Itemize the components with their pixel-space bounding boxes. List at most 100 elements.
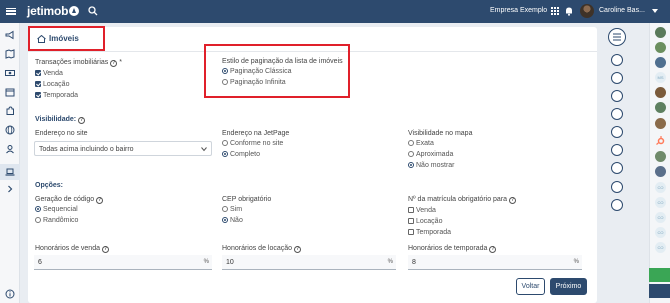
radio-icon[interactable]	[222, 151, 228, 157]
list-icon[interactable]	[608, 28, 626, 46]
team-icon[interactable]	[611, 126, 623, 138]
honorarios-venda-input[interactable]: 6%	[34, 255, 212, 270]
checkbox-matricula-venda[interactable]: Venda	[408, 207, 436, 214]
radio-icon[interactable]	[222, 140, 228, 146]
option-label: Aproximada	[416, 151, 454, 158]
radio-paginacao-classica[interactable]: Paginação Clássica	[222, 68, 291, 75]
radio-icon[interactable]	[408, 140, 414, 146]
honorarios-temporada-input[interactable]: 8%	[408, 255, 582, 270]
puzzle-icon[interactable]	[5, 106, 15, 116]
percent-icon: %	[387, 259, 393, 265]
help-icon[interactable]: ?	[101, 246, 109, 253]
hubspot-icon[interactable]	[655, 135, 666, 146]
collapse-chevron-icon[interactable]	[649, 284, 670, 298]
calendar-tool-icon[interactable]	[611, 54, 623, 66]
contact-avatar[interactable]	[655, 57, 666, 68]
radio-sequencial[interactable]: Sequencial	[35, 206, 78, 213]
checkbox-icon[interactable]	[35, 92, 41, 98]
clock-icon[interactable]	[611, 72, 623, 84]
chart-icon[interactable]	[611, 90, 623, 102]
company-name[interactable]: Empresa Exemplo	[490, 7, 547, 14]
globe-icon[interactable]	[5, 125, 15, 135]
radio-icon[interactable]	[408, 151, 414, 157]
calendar-icon[interactable]	[5, 87, 15, 97]
radio-conforme-no-site[interactable]: Conforme no site	[222, 140, 283, 147]
radio-aproximada[interactable]: Aproximada	[408, 151, 453, 158]
contact-initials[interactable]: CO	[655, 242, 666, 253]
radio-nao-mostrar[interactable]: Não mostrar	[408, 162, 455, 169]
help-icon[interactable]: ?	[96, 197, 104, 204]
radio-exata[interactable]: Exata	[408, 140, 434, 147]
next-button[interactable]: Próximo	[550, 278, 587, 295]
checkbox-locacao[interactable]: Locação	[35, 81, 69, 88]
contact-initials[interactable]: CO	[655, 197, 666, 208]
option-label: Exata	[416, 140, 434, 147]
money-icon[interactable]	[5, 68, 15, 78]
radio-icon[interactable]	[408, 162, 414, 168]
apps-grid-icon[interactable]	[551, 7, 559, 15]
laptop-icon[interactable]	[5, 167, 15, 177]
checkbox-venda[interactable]: Venda	[35, 70, 63, 77]
back-button[interactable]: Voltar	[516, 278, 545, 295]
endereco-site-select[interactable]: Todas acima incluindo o bairro	[34, 141, 212, 156]
select-value: Todas acima incluindo o bairro	[39, 146, 134, 153]
radio-icon[interactable]	[35, 217, 41, 223]
megaphone-tool-icon[interactable]	[611, 162, 623, 174]
radio-randomico[interactable]: Randômico	[35, 217, 78, 224]
contact-initials[interactable]: MS	[655, 72, 666, 83]
radio-completo[interactable]: Completo	[222, 151, 260, 158]
contact-initials[interactable]: CO	[655, 182, 666, 193]
option-label: Venda	[43, 70, 63, 77]
document-icon[interactable]	[611, 108, 623, 120]
help-icon[interactable]: ?	[110, 60, 118, 67]
checkbox-icon[interactable]	[408, 218, 414, 224]
checkbox-icon[interactable]	[35, 70, 41, 76]
help-icon[interactable]: ?	[294, 246, 301, 253]
help-icon[interactable]: ?	[78, 117, 86, 124]
checkbox-matricula-temporada[interactable]: Temporada	[408, 229, 451, 236]
file-icon[interactable]	[611, 199, 623, 211]
radio-paginacao-infinita[interactable]: Paginação Infinita	[222, 79, 286, 86]
checkbox-icon[interactable]	[408, 207, 414, 213]
radio-icon[interactable]	[222, 217, 228, 223]
checkbox-icon[interactable]	[408, 229, 414, 235]
user-avatar[interactable]	[580, 4, 594, 18]
honorarios-locacao-input[interactable]: 10%	[222, 255, 396, 270]
contact-avatar[interactable]	[655, 42, 666, 53]
radio-cep-nao[interactable]: Não	[222, 217, 243, 224]
bell-icon[interactable]	[565, 6, 573, 16]
help-icon[interactable]: ?	[489, 246, 497, 253]
contact-initials[interactable]: CO	[655, 212, 666, 223]
help-icon[interactable]: ?	[509, 197, 517, 204]
radio-cep-sim[interactable]: Sim	[222, 206, 242, 213]
contact-avatar[interactable]	[655, 27, 666, 38]
checkbox-matricula-locacao[interactable]: Locação	[408, 218, 442, 225]
checkbox-icon[interactable]	[35, 81, 41, 87]
radio-icon[interactable]	[222, 79, 228, 85]
radio-icon[interactable]	[222, 68, 228, 74]
info-icon[interactable]	[5, 289, 15, 299]
user-icon[interactable]	[5, 144, 15, 154]
chevron-down-icon[interactable]	[652, 9, 658, 13]
contact-initials[interactable]: CO	[655, 227, 666, 238]
transacoes-label: Transações imobiliárias ? *	[35, 59, 122, 67]
checkbox-temporada[interactable]: Temporada	[35, 92, 78, 99]
radio-icon[interactable]	[35, 206, 41, 212]
list-glyph	[613, 33, 621, 41]
chat-button[interactable]	[649, 268, 670, 282]
contact-avatar[interactable]	[655, 166, 666, 177]
megaphone-icon[interactable]	[5, 30, 15, 40]
contact-avatar[interactable]	[655, 87, 666, 98]
settings-tool-icon[interactable]	[611, 144, 623, 156]
wrench-icon[interactable]	[611, 181, 623, 193]
app-logo[interactable]: jetimob	[27, 4, 80, 18]
menu-icon[interactable]	[6, 6, 16, 16]
user-name[interactable]: Caroline Bas...	[599, 7, 645, 14]
contact-avatar[interactable]	[655, 151, 666, 162]
map-icon[interactable]	[5, 49, 15, 59]
contact-avatar[interactable]	[655, 118, 666, 129]
radio-icon[interactable]	[222, 206, 228, 212]
search-icon[interactable]	[88, 6, 98, 16]
contact-avatar[interactable]	[655, 102, 666, 113]
chevron-right-icon[interactable]	[5, 184, 15, 194]
